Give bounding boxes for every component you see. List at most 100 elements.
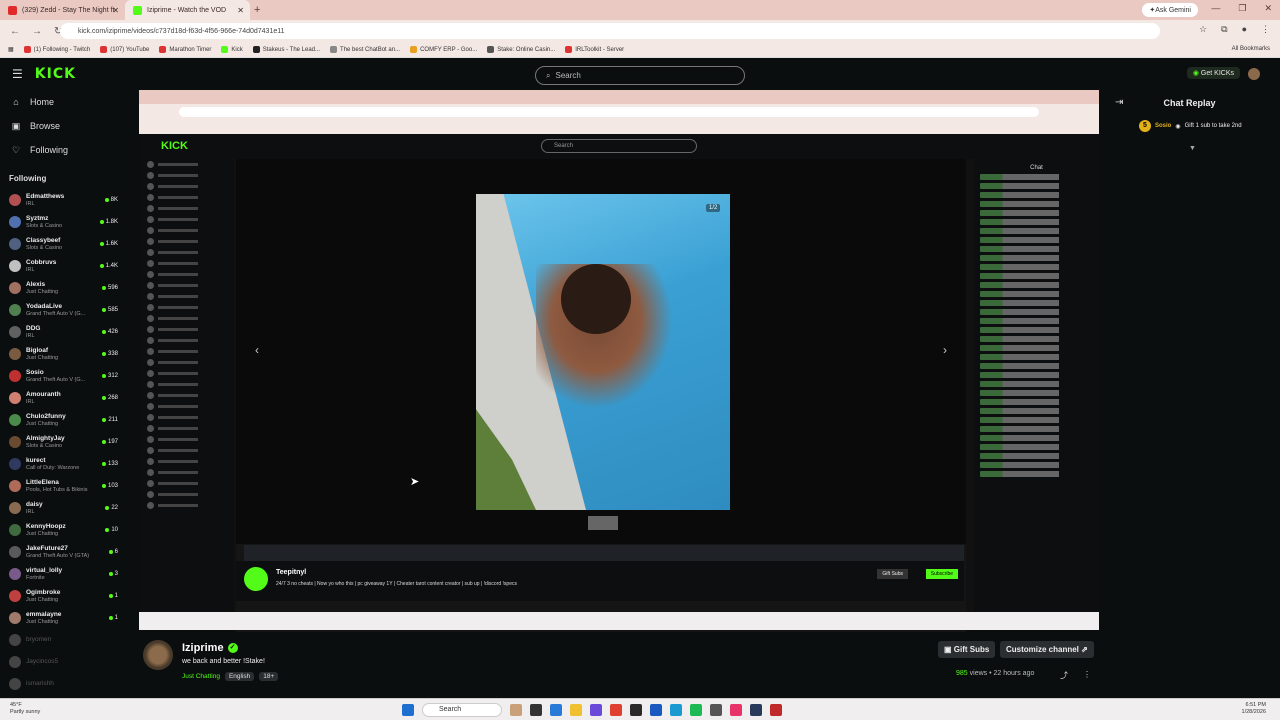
following-item[interactable]: YodadaLive Grand Theft Auto V (G... 585 (0, 299, 138, 321)
user-avatar[interactable] (1248, 68, 1260, 80)
customize-channel-button[interactable]: Customize channel ⇗ (1000, 641, 1094, 658)
inner-sidebar-row (139, 236, 234, 247)
tag-language[interactable]: English (224, 672, 255, 681)
gift-subs-button[interactable]: ▣ Gift Subs (938, 641, 996, 658)
following-item[interactable]: Bigloaf Just Chatting 338 (0, 343, 138, 365)
following-item[interactable]: Edmatthews IRL 8K (0, 189, 138, 211)
menu-icon[interactable]: ⋮ (1261, 24, 1270, 35)
new-tab-icon[interactable]: + (254, 4, 260, 16)
inner-avatar (147, 469, 154, 476)
extensions-icon[interactable]: ⧉ (1221, 24, 1227, 35)
following-item[interactable]: daisy IRL 22 (0, 497, 138, 519)
share-icon[interactable]: ⤴ (1060, 670, 1068, 681)
following-item[interactable]: LittleElena Pools, Hot Tubs & Bikinis 103 (0, 475, 138, 497)
more-options-icon[interactable]: ⋮ (1083, 670, 1091, 679)
view-count: 985 views • 22 hours ago (956, 670, 1034, 677)
following-item[interactable]: Ogimbroke Just Chatting 1 (0, 585, 138, 607)
search-input[interactable]: ⌕ Search (535, 66, 745, 85)
inner-avatar (147, 304, 154, 311)
forward-icon[interactable]: → (32, 26, 44, 37)
file-explorer-icon[interactable] (570, 704, 582, 716)
bookmark-item[interactable]: IRLToolkit - Server (565, 46, 624, 53)
widgets-icon[interactable] (510, 704, 522, 716)
bookmark-item[interactable]: (107) YouTube (100, 46, 149, 53)
taskbar-search[interactable]: Search (422, 703, 502, 717)
following-item[interactable]: emmalayne Just Chatting 1 (0, 607, 138, 629)
photos-icon[interactable] (590, 704, 602, 716)
tag-age[interactable]: 18+ (259, 672, 279, 681)
following-item[interactable]: Alexis Just Chatting 596 (0, 277, 138, 299)
back-icon[interactable]: ← (10, 26, 22, 37)
inner-chat-line (980, 237, 1093, 243)
following-text: Amouranth IRL (26, 391, 61, 406)
terminal-icon[interactable] (630, 704, 642, 716)
sidebar-item-following[interactable]: ♡ Following (0, 138, 138, 162)
bookmark-item[interactable]: (1) Following - Twitch (23, 46, 90, 53)
close-tab-icon[interactable]: ✕ (112, 6, 119, 15)
spotify-icon[interactable] (690, 704, 702, 716)
windows-start-icon[interactable] (402, 704, 414, 716)
tiktok-icon[interactable] (730, 704, 742, 716)
get-kicks-button[interactable]: ◉ Get KICKs (1186, 67, 1240, 79)
category-link[interactable]: Just Chatting (182, 672, 220, 681)
chrome-icon[interactable] (610, 704, 622, 716)
following-item-offline[interactable]: Jaycincos5 (0, 651, 138, 673)
steam-icon[interactable] (750, 704, 762, 716)
minimize-icon[interactable]: — (1211, 3, 1220, 14)
bookmark-item[interactable]: Kick (221, 46, 243, 53)
pinned-message[interactable]: 5 Sosio ◉ Gift 1 sub to take 2nd (1139, 120, 1242, 132)
following-item[interactable]: Sosio Grand Theft Auto V (G... 312 (0, 365, 138, 387)
following-item[interactable]: DDG IRL 426 (0, 321, 138, 343)
expand-pinned-icon[interactable]: ▼ (1189, 145, 1196, 152)
following-item[interactable]: virtual_lolly Fortnite 3 (0, 563, 138, 585)
app-icon[interactable] (770, 704, 782, 716)
maximize-icon[interactable]: ❐ (1238, 3, 1246, 14)
bookmark-item[interactable]: COMFY ERP - Goo... (410, 46, 477, 53)
hamburger-menu-icon[interactable]: ☰ (12, 67, 23, 81)
following-item[interactable]: AlmightyJay Slots & Casino 197 (0, 431, 138, 453)
outlook-icon[interactable] (650, 704, 662, 716)
close-window-icon[interactable]: ✕ (1264, 3, 1272, 14)
following-item[interactable]: Chulo2funny Just Chatting 211 (0, 409, 138, 431)
following-text: YodadaLive Grand Theft Auto V (G... (26, 303, 85, 318)
ask-gemini-button[interactable]: ✦ Ask Gemini (1142, 3, 1198, 17)
edge-icon[interactable] (670, 704, 682, 716)
url-input[interactable]: kick.com/iziprime/videos/c737d18d-f63d-4… (60, 23, 1160, 39)
browser-tab-youtube[interactable]: (329) Zedd - Stay The Night ft ✕ (0, 0, 125, 20)
following-item-offline[interactable]: ismarishh (0, 673, 138, 695)
following-item[interactable]: Cobbruvs IRL 1.4K (0, 255, 138, 277)
avatar (9, 634, 21, 646)
profile-icon[interactable]: ● (1242, 24, 1247, 35)
following-name: emmalayne (26, 610, 62, 618)
following-item[interactable]: JakeFuture27 Grand Theft Auto V (GTA) 6 (0, 541, 138, 563)
inner-avatar (147, 491, 154, 498)
weather-widget[interactable]: 45°F Partly sunny (10, 702, 40, 716)
kick-logo[interactable]: KICK (35, 66, 76, 82)
sidebar-item-browse[interactable]: ▣ Browse (0, 114, 138, 138)
mail-icon[interactable] (550, 704, 562, 716)
bookmark-item[interactable]: Marathon Timer (159, 46, 211, 53)
system-tray[interactable]: 6:51 PM 1/28/2026 (1242, 702, 1266, 716)
app-icon[interactable] (710, 704, 722, 716)
close-tab-icon[interactable]: ✕ (237, 6, 244, 15)
browser-tab-kick[interactable]: Iziprime - Watch the VOD ✕ (125, 0, 250, 20)
channel-name[interactable]: Iziprime ✓ (182, 642, 238, 654)
bookmark-star-icon[interactable]: ☆ (1199, 24, 1207, 35)
following-item[interactable]: Amouranth IRL 268 (0, 387, 138, 409)
bookmark-item[interactable]: The best ChatBot an... (330, 46, 400, 53)
apps-icon[interactable]: ▦ (8, 46, 14, 53)
following-category: Pools, Hot Tubs & Bikinis (26, 486, 88, 493)
sidebar-item-home[interactable]: ⌂ Home (0, 90, 138, 114)
following-item[interactable]: kurect Call of Duty: Warzone 133 (0, 453, 138, 475)
all-bookmarks[interactable]: All Bookmarks (1232, 46, 1270, 52)
bookmark-item[interactable]: Stakeus - The Lead... (252, 46, 320, 53)
channel-avatar[interactable] (143, 640, 173, 670)
inner-chat-line (980, 453, 1093, 459)
bookmark-item[interactable]: Stake: Online Casin... (487, 46, 555, 53)
following-item[interactable]: KennyHoopz Just Chatting 10 (0, 519, 138, 541)
following-item[interactable]: Syztmz Slots & Casino 1.8K (0, 211, 138, 233)
video-player[interactable]: KICK Search ‹ › 1/2 Chat Teepitnyl 24/7 … (139, 90, 1099, 639)
task-view-icon[interactable] (530, 704, 542, 716)
following-item-offline[interactable]: bryomen (0, 629, 138, 651)
following-item[interactable]: Classybeef Slots & Casino 1.6K (0, 233, 138, 255)
